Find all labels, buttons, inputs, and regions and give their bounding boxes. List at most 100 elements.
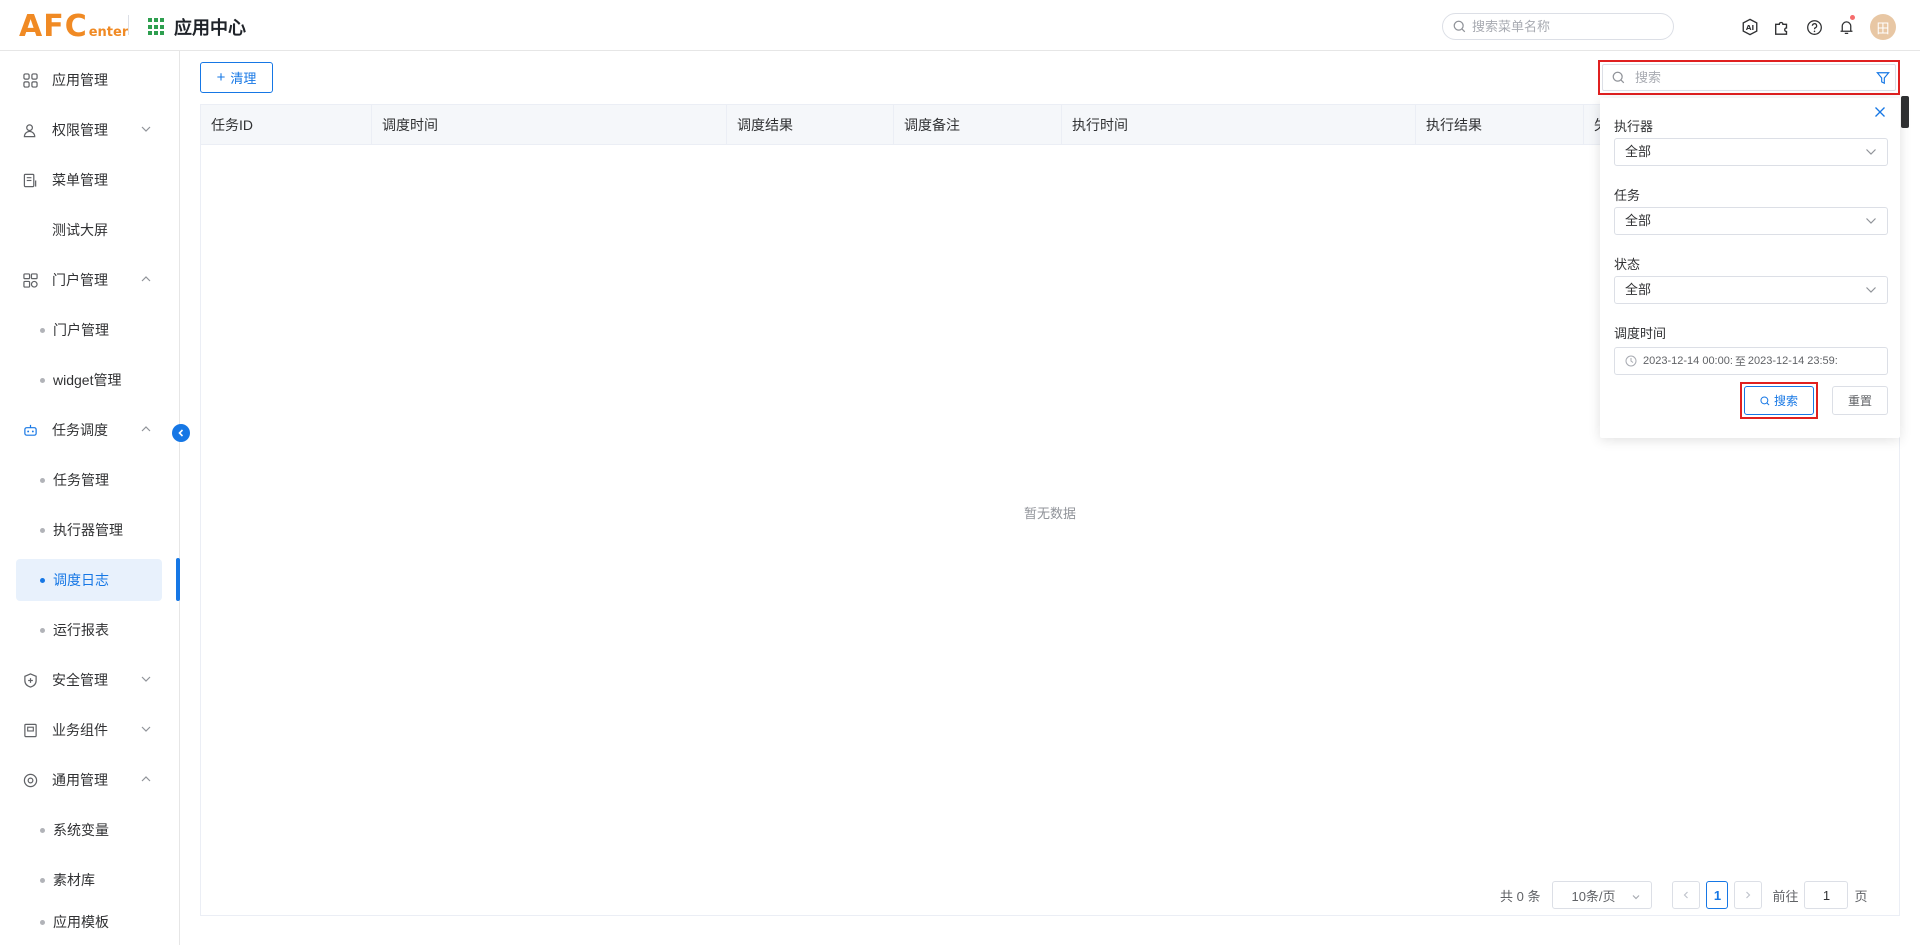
column-header-execute-time: 执行时间	[1062, 105, 1416, 145]
ai-assistant-icon[interactable]: AI	[1740, 17, 1760, 37]
bullet-dot	[40, 477, 45, 483]
search-button-label: 搜索	[1773, 394, 1798, 408]
menu-search-box[interactable]	[1442, 13, 1674, 40]
filter-reset-button[interactable]: 重置	[1832, 386, 1888, 415]
empty-state-text: 暂无数据	[1023, 506, 1076, 521]
sidebar: 应用管理 权限管理 菜单管理 测试大屏 门户管理 门户管理 widget管理 任…	[0, 51, 180, 945]
goto-label: 前往	[1772, 888, 1799, 904]
sidebar-item-app-management[interactable]: 应用管理	[16, 59, 162, 101]
executor-value: 全部	[1625, 144, 1652, 159]
next-page-button[interactable]	[1734, 881, 1763, 909]
filter-icon[interactable]	[1876, 71, 1890, 85]
sidebar-subitem-task-management[interactable]: 任务管理	[16, 459, 162, 501]
task-select[interactable]: 全部	[1614, 207, 1888, 235]
chevron-down-icon	[141, 126, 151, 132]
apps-icon	[22, 72, 38, 88]
chevron-down-icon	[1866, 149, 1876, 155]
page-size-select[interactable]: 10条/页	[1552, 881, 1653, 909]
sidebar-item-label: 通用管理	[52, 772, 108, 788]
page-number-current[interactable]: 1	[1706, 881, 1729, 909]
task-label: 任务	[1614, 188, 1641, 203]
status-value: 全部	[1625, 282, 1652, 297]
log-search-input[interactable]	[1635, 70, 1865, 85]
bullet-dot	[40, 327, 45, 333]
sidebar-item-portal-management[interactable]: 门户管理	[16, 259, 162, 301]
search-icon	[1760, 395, 1770, 405]
app-title: 应用中心	[174, 18, 246, 38]
schedule-time-label: 调度时间	[1614, 326, 1667, 341]
menu-doc-icon	[22, 172, 38, 188]
chevron-up-icon	[141, 276, 151, 282]
sidebar-subitem-widget-management[interactable]: widget管理	[16, 359, 162, 401]
status-select[interactable]: 全部	[1614, 276, 1888, 304]
user-lock-icon	[22, 122, 38, 138]
sidebar-item-label: 应用管理	[52, 72, 108, 88]
user-avatar[interactable]: 田	[1870, 14, 1896, 40]
svg-text:AI: AI	[1746, 23, 1755, 32]
bullet-dot	[40, 919, 45, 925]
shield-icon	[22, 672, 38, 688]
sidebar-item-label: 任务管理	[53, 472, 109, 488]
log-search-box[interactable]	[1598, 60, 1900, 95]
clock-icon	[1625, 355, 1637, 367]
goto-page-input[interactable]	[1804, 881, 1849, 909]
sidebar-item-label: 应用模板	[53, 914, 109, 930]
executor-label: 执行器	[1614, 119, 1654, 134]
plugin-icon[interactable]	[1772, 17, 1792, 37]
sidebar-item-label: 业务组件	[52, 722, 108, 738]
reset-button-label: 重置	[1847, 394, 1872, 408]
prev-page-button[interactable]	[1672, 881, 1701, 909]
sidebar-subitem-run-report[interactable]: 运行报表	[16, 609, 162, 651]
clean-button[interactable]: + 清理	[200, 62, 273, 93]
close-icon[interactable]	[1874, 106, 1886, 118]
chevron-up-icon	[141, 776, 151, 782]
sidebar-item-test-screen[interactable]: 测试大屏	[16, 209, 162, 251]
logo-main-text: AFC	[19, 9, 88, 44]
sidebar-item-label: 测试大屏	[52, 222, 108, 238]
chevron-down-icon	[141, 726, 151, 732]
component-icon	[22, 722, 38, 738]
chevron-left-icon	[178, 429, 184, 437]
scrollbar-thumb[interactable]	[1901, 96, 1909, 128]
filter-popover: 执行器 全部 任务 全部 状态 全部 调度时间 2023-12-14 00:00…	[1600, 98, 1900, 438]
time-start-value[interactable]: 2023-12-14 00:00:	[1643, 355, 1733, 367]
header-divider	[128, 15, 129, 35]
sidebar-subitem-schedule-log[interactable]: 调度日志	[16, 559, 162, 601]
sidebar-item-business-components[interactable]: 业务组件	[16, 709, 162, 751]
sidebar-subitem-app-templates[interactable]: 应用模板	[16, 902, 162, 942]
page-size-value: 10条/页	[1571, 888, 1616, 904]
sidebar-item-security-management[interactable]: 安全管理	[16, 659, 162, 701]
time-end-value[interactable]: 2023-12-14 23:59:	[1748, 355, 1838, 367]
schedule-time-range-picker[interactable]: 2023-12-14 00:00: 至 2023-12-14 23:59:	[1614, 347, 1888, 375]
sidebar-item-permission-management[interactable]: 权限管理	[16, 109, 162, 151]
chevron-down-icon	[1866, 218, 1876, 224]
sidebar-subitem-material-library[interactable]: 素材库	[16, 859, 162, 901]
sidebar-subitem-portal-management[interactable]: 门户管理	[16, 309, 162, 351]
sidebar-item-general-management[interactable]: 通用管理	[16, 759, 162, 801]
help-icon[interactable]	[1804, 17, 1824, 37]
sidebar-subitem-system-variables[interactable]: 系统变量	[16, 809, 162, 851]
bullet-dot	[40, 627, 45, 633]
sidebar-item-label: 调度日志	[53, 572, 109, 588]
afcenter-logo[interactable]: AFC enter	[19, 8, 128, 42]
robot-icon	[22, 422, 38, 438]
sidebar-item-label: 系统变量	[53, 822, 109, 838]
executor-select[interactable]: 全部	[1614, 138, 1888, 166]
sidebar-item-label: 门户管理	[53, 322, 109, 338]
sidebar-item-task-scheduling[interactable]: 任务调度	[16, 409, 162, 451]
column-header-schedule-time: 调度时间	[372, 105, 727, 145]
filter-search-button[interactable]: 搜索	[1744, 386, 1814, 415]
menu-search-input[interactable]	[1472, 19, 1652, 34]
app-center-title[interactable]: 应用中心	[148, 14, 246, 40]
pagination-total: 共 0 条	[1500, 888, 1541, 904]
chevron-left-icon	[1684, 891, 1689, 899]
top-header: AFC enter 应用中心 AI 田	[0, 0, 1920, 51]
bullet-dot	[40, 827, 45, 833]
sidebar-collapse-button[interactable]	[172, 424, 190, 442]
clean-button-label: 清理	[230, 71, 257, 86]
logo-sub-text: enter	[88, 25, 129, 40]
sidebar-item-label: 任务调度	[52, 422, 108, 438]
notification-bell-icon[interactable]	[1836, 15, 1856, 37]
sidebar-item-menu-management[interactable]: 菜单管理	[16, 159, 162, 201]
sidebar-subitem-executor-management[interactable]: 执行器管理	[16, 509, 162, 551]
